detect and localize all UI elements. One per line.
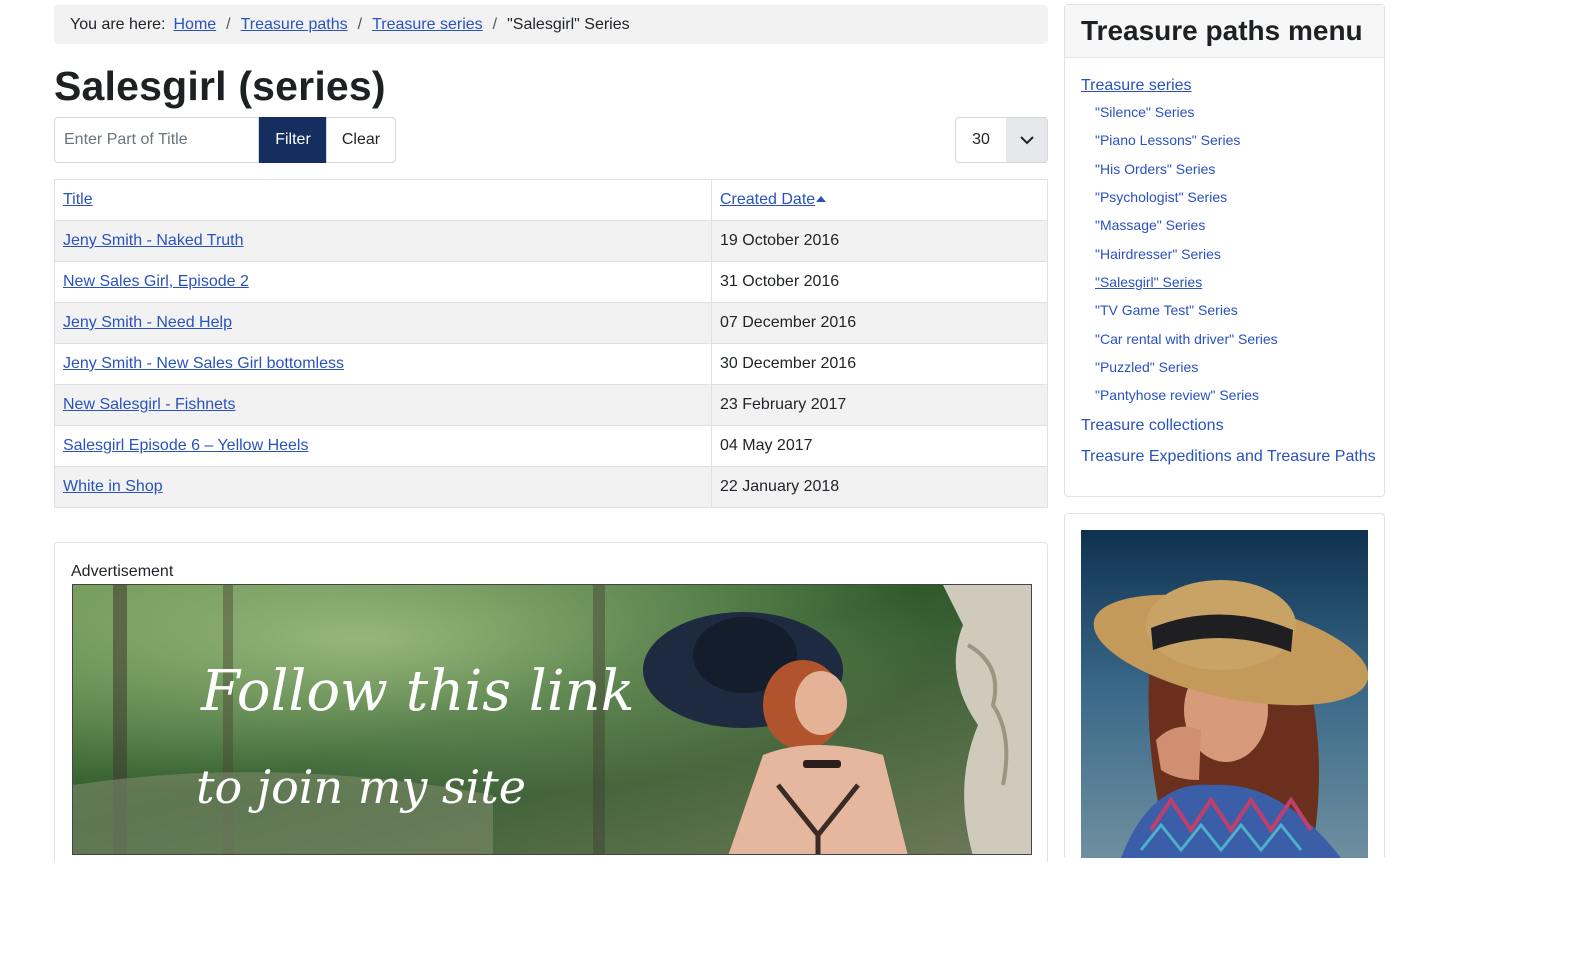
submenu-item: "Pantyhose review" Series	[1095, 381, 1376, 409]
sidebar-photo	[1081, 530, 1368, 858]
menu-link-treasure-expeditions[interactable]: Treasure Expeditions and Treasure Paths	[1081, 448, 1376, 466]
series-link-puzzled[interactable]: "Puzzled" Series	[1095, 359, 1198, 375]
module-title: Treasure paths menu	[1065, 5, 1384, 58]
table-header-row: Title Created Date	[54, 179, 1048, 221]
title-cell: Jeny Smith - New Sales Girl bottomless	[54, 343, 712, 385]
date-cell: 04 May 2017	[711, 425, 1048, 467]
list-limit-value: 30	[972, 131, 990, 148]
created-date-column-header[interactable]: Created Date	[711, 179, 1048, 221]
article-link[interactable]: Jeny Smith - Naked Truth	[63, 232, 244, 249]
menu-link-treasure-series[interactable]: Treasure series	[1081, 77, 1376, 95]
series-link-psychologist[interactable]: "Psychologist" Series	[1095, 189, 1227, 205]
menu-item-treasure-collections: Treasure collections	[1081, 417, 1376, 435]
series-link-salesgirl[interactable]: "Salesgirl" Series	[1095, 274, 1202, 290]
breadcrumb-separator: /	[357, 15, 363, 33]
advertisement-label: Advertisement	[71, 563, 174, 580]
breadcrumb-current: "Salesgirl" Series	[507, 15, 630, 33]
title-cell: New Sales Girl, Episode 2	[54, 261, 712, 303]
treasure-paths-menu-module: Treasure paths menu Treasure series "Sil…	[1064, 4, 1385, 497]
sort-by-created-date-link[interactable]: Created Date	[720, 191, 815, 208]
title-cell: New Salesgirl - Fishnets	[54, 384, 712, 426]
series-link-tv-game-test[interactable]: "TV Game Test" Series	[1095, 302, 1238, 318]
series-link-silence[interactable]: "Silence" Series	[1095, 104, 1194, 120]
series-link-his-orders[interactable]: "His Orders" Series	[1095, 161, 1215, 177]
submenu-item: "Hairdresser" Series	[1095, 239, 1376, 267]
submenu-item: "Car rental with driver" Series	[1095, 324, 1376, 352]
chevron-down-icon[interactable]	[1006, 118, 1047, 162]
article-link[interactable]: Salesgirl Episode 6 – Yellow Heels	[63, 437, 308, 454]
series-link-hairdresser[interactable]: "Hairdresser" Series	[1095, 246, 1221, 262]
breadcrumb-separator: /	[226, 15, 231, 33]
date-cell: 07 December 2016	[711, 302, 1048, 344]
table-row: Jeny Smith - Naked Truth 19 October 2016	[54, 220, 1048, 262]
series-submenu: "Silence" Series "Piano Lessons" Series …	[1081, 98, 1376, 409]
title-cell: Salesgirl Episode 6 – Yellow Heels	[54, 425, 712, 467]
series-link-pantyhose-review[interactable]: "Pantyhose review" Series	[1095, 387, 1259, 403]
submenu-item: "Piano Lessons" Series	[1095, 126, 1376, 154]
menu-item-treasure-series: Treasure series "Silence" Series "Piano …	[1081, 77, 1376, 409]
submenu-item: "TV Game Test" Series	[1095, 296, 1376, 324]
article-link[interactable]: Jeny Smith - New Sales Girl bottomless	[63, 355, 344, 372]
title-cell: White in Shop	[54, 466, 712, 508]
date-cell: 22 January 2018	[711, 466, 1048, 508]
clear-button[interactable]: Clear	[326, 117, 396, 163]
breadcrumb: You are here: Home / Treasure paths / Tr…	[54, 5, 1048, 44]
submenu-item: "Puzzled" Series	[1095, 353, 1376, 381]
sidebar-photo-link[interactable]	[1081, 530, 1368, 858]
submenu-item: "Silence" Series	[1095, 98, 1376, 126]
sort-by-title-link[interactable]: Title	[63, 191, 93, 208]
breadcrumb-treasure-series[interactable]: Treasure series	[372, 16, 483, 34]
filter-button[interactable]: Filter	[259, 117, 327, 163]
articles-table: Title Created Date Jeny Smith - Naked Tr…	[54, 179, 1048, 508]
filter-search-input[interactable]	[54, 117, 259, 163]
list-limit-select[interactable]: 30	[955, 117, 1048, 163]
article-link[interactable]: White in Shop	[63, 478, 163, 495]
table-row: New Salesgirl - Fishnets 23 February 201…	[54, 384, 1048, 426]
article-link[interactable]: New Sales Girl, Episode 2	[63, 273, 249, 290]
submenu-item-active: "Salesgirl" Series	[1095, 268, 1376, 296]
date-cell: 31 October 2016	[711, 261, 1048, 303]
advertisement-module: Advertisement Follow this link to join m…	[54, 542, 1048, 862]
date-cell: 19 October 2016	[711, 220, 1048, 262]
submenu-item: "Massage" Series	[1095, 211, 1376, 239]
sidebar-image-module	[1064, 513, 1385, 858]
breadcrumb-separator: /	[492, 15, 498, 33]
filter-bar: Filter Clear 30	[54, 117, 1048, 163]
banner-text-line-2: to join my site	[196, 760, 526, 814]
date-cell: 30 December 2016	[711, 343, 1048, 385]
table-row: Salesgirl Episode 6 – Yellow Heels 04 Ma…	[54, 425, 1048, 467]
series-link-massage[interactable]: "Massage" Series	[1095, 217, 1205, 233]
title-cell: Jeny Smith - Naked Truth	[54, 220, 712, 262]
submenu-item: "Psychologist" Series	[1095, 183, 1376, 211]
breadcrumb-prefix: You are here:	[70, 15, 166, 33]
menu-item-treasure-expeditions: Treasure Expeditions and Treasure Paths	[1081, 448, 1376, 466]
title-cell: Jeny Smith - Need Help	[54, 302, 712, 344]
advertisement-banner[interactable]: Follow this link to join my site	[72, 584, 1032, 855]
article-link[interactable]: New Salesgirl - Fishnets	[63, 396, 236, 413]
table-row: Jeny Smith - New Sales Girl bottomless 3…	[54, 343, 1048, 385]
page-title: Salesgirl (series)	[54, 63, 386, 109]
treasure-paths-menu: Treasure series "Silence" Series "Piano …	[1081, 77, 1376, 466]
table-row: White in Shop 22 January 2018	[54, 466, 1048, 508]
banner-photo: Follow this link to join my site	[73, 585, 1031, 854]
submenu-item: "His Orders" Series	[1095, 155, 1376, 183]
series-link-car-rental[interactable]: "Car rental with driver" Series	[1095, 331, 1278, 347]
breadcrumb-home[interactable]: Home	[173, 16, 216, 34]
article-link[interactable]: Jeny Smith - Need Help	[63, 314, 232, 331]
date-cell: 23 February 2017	[711, 384, 1048, 426]
main-content: You are here: Home / Treasure paths / Tr…	[54, 5, 1048, 862]
title-column-header[interactable]: Title	[54, 179, 712, 221]
series-link-piano-lessons[interactable]: "Piano Lessons" Series	[1095, 132, 1240, 148]
table-row: New Sales Girl, Episode 2 31 October 201…	[54, 261, 1048, 303]
breadcrumb-treasure-paths[interactable]: Treasure paths	[241, 16, 348, 34]
sort-asc-icon	[816, 196, 827, 202]
table-row: Jeny Smith - Need Help 07 December 2016	[54, 302, 1048, 344]
menu-link-treasure-collections[interactable]: Treasure collections	[1081, 417, 1376, 435]
banner-text-line-1: Follow this link	[200, 659, 635, 724]
